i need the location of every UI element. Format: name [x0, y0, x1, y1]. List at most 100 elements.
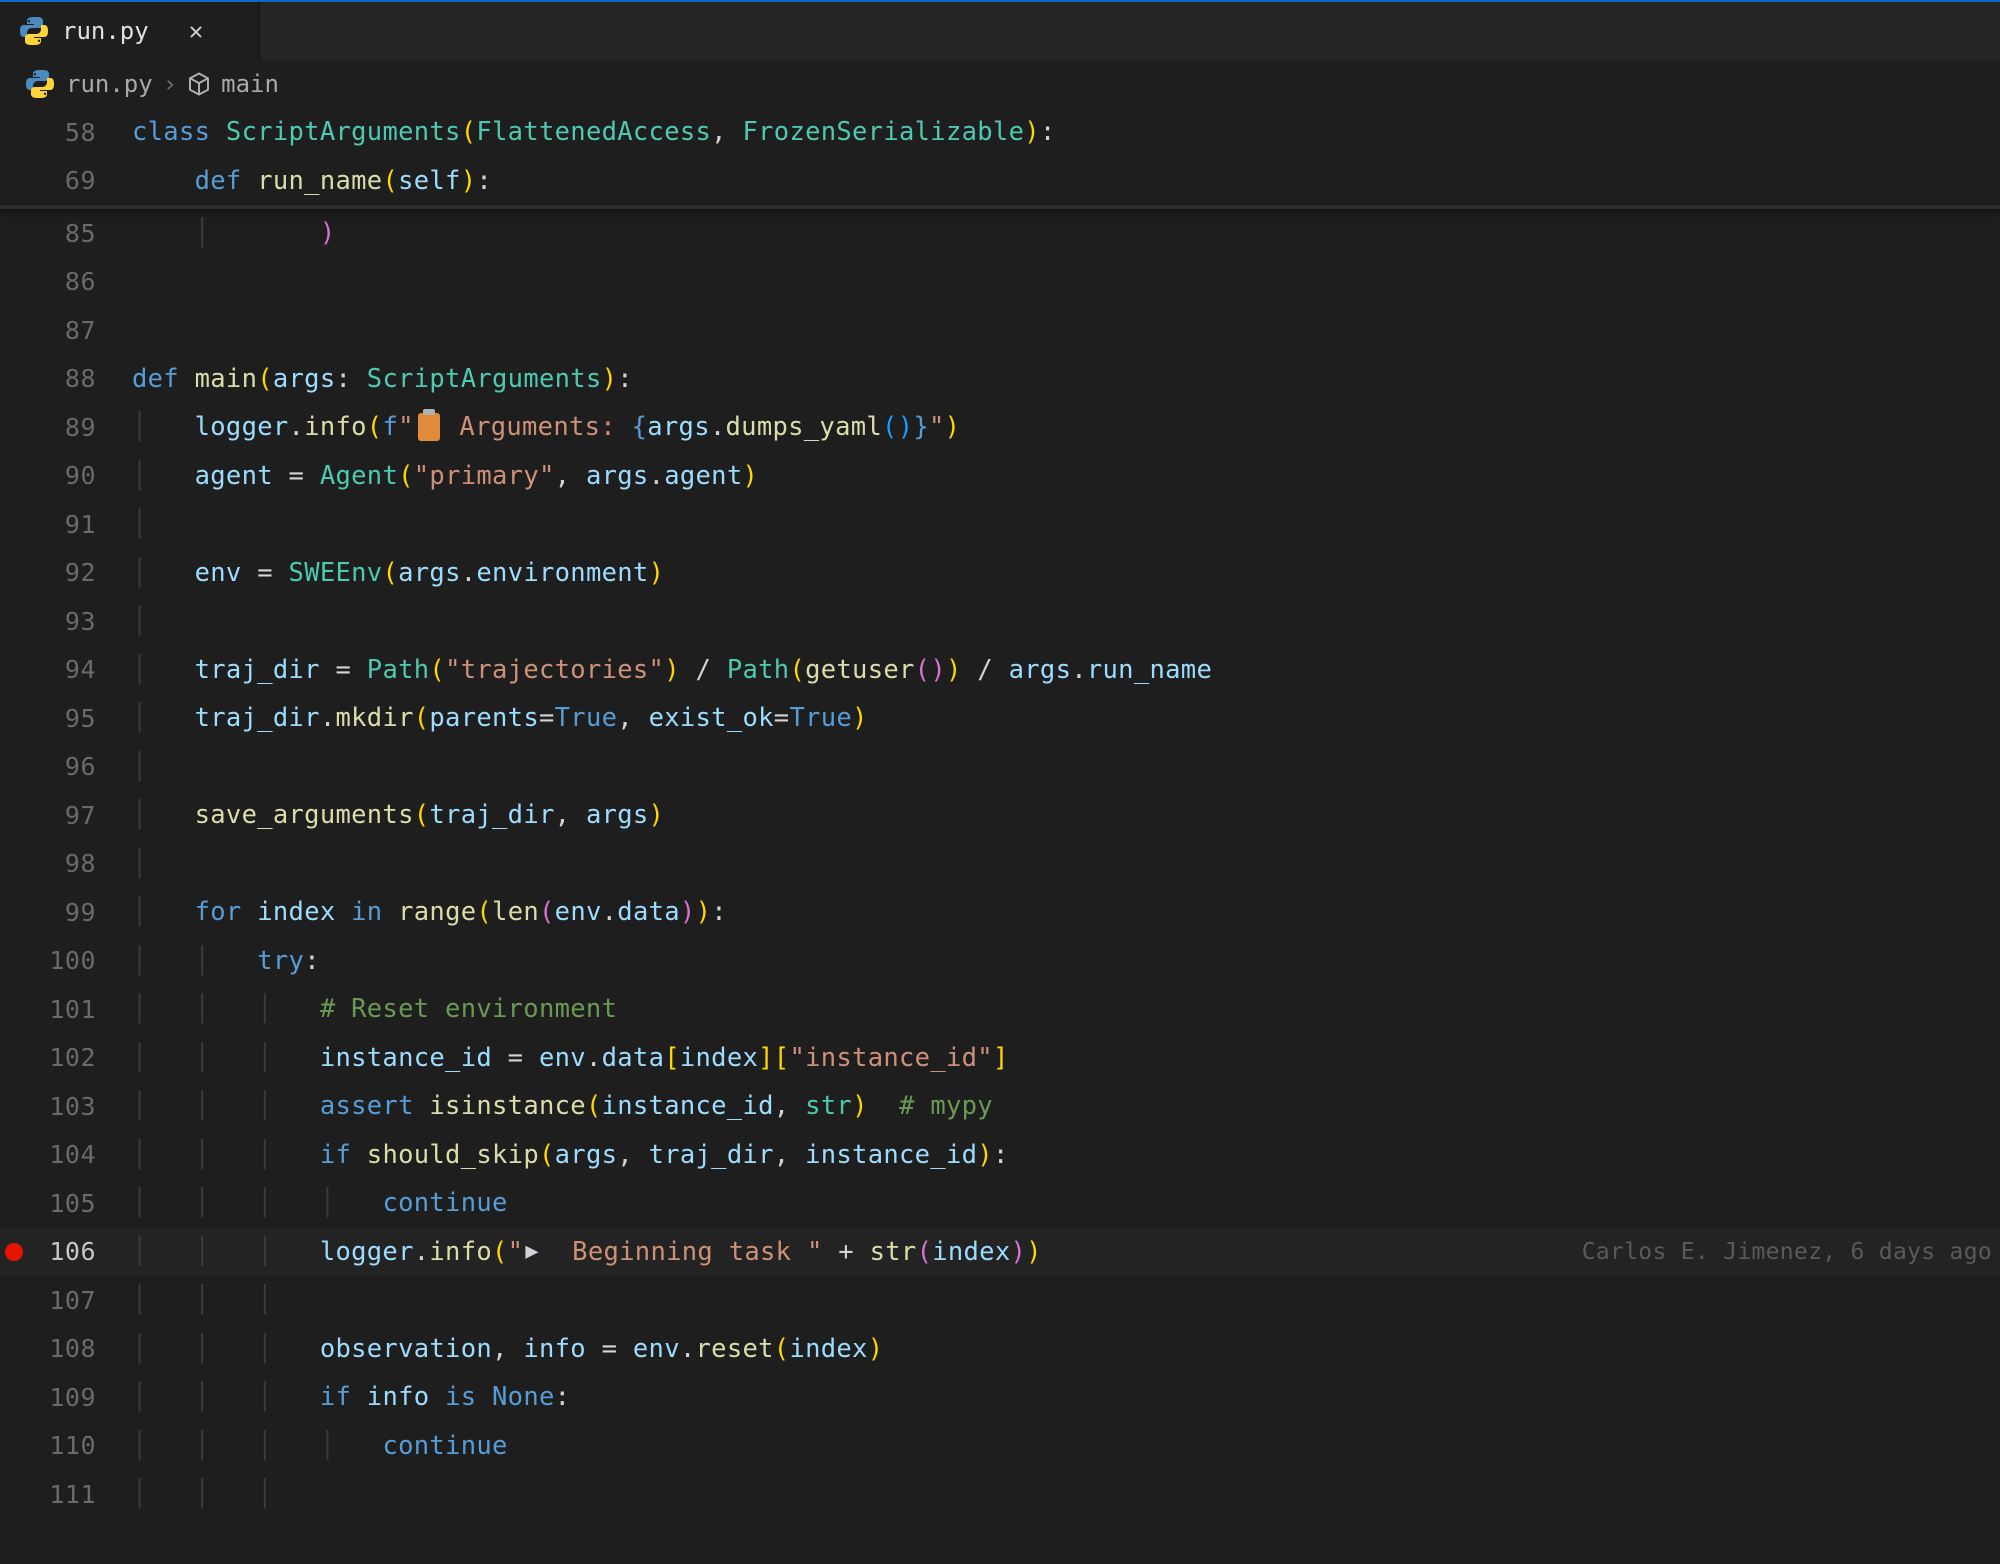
code-line[interactable]: 87 — [0, 306, 2000, 355]
line-number[interactable]: 97 — [28, 801, 126, 830]
token: . — [320, 703, 336, 733]
code-line[interactable]: 104│ │ │ if should_skip(args, traj_dir, … — [0, 1131, 2000, 1180]
line-number[interactable]: 109 — [28, 1383, 126, 1412]
code-content[interactable]: │ logger.info(f" Arguments: {args.dumps_… — [126, 412, 2000, 442]
code-line[interactable]: 102│ │ │ instance_id = env.data[index]["… — [0, 1034, 2000, 1083]
code-line[interactable]: 101│ │ │ # Reset environment — [0, 985, 2000, 1034]
token: [ — [664, 1043, 680, 1073]
code-line[interactable]: 110│ │ │ │ continue — [0, 1422, 2000, 1471]
code-line[interactable]: 105│ │ │ │ continue — [0, 1179, 2000, 1228]
code-content[interactable]: │ │ │ instance_id = env.data[index]["ins… — [126, 1043, 2000, 1073]
breakpoint-gutter[interactable] — [0, 1243, 28, 1261]
line-number[interactable]: 105 — [28, 1189, 126, 1218]
code-content[interactable]: def run_name(self): — [126, 166, 2000, 196]
code-line[interactable]: 98│ — [0, 840, 2000, 889]
code-content[interactable]: │ agent = Agent("primary", args.agent) — [126, 461, 2000, 491]
breadcrumb-symbol[interactable]: main — [221, 70, 279, 98]
code-line[interactable]: 88def main(args: ScriptArguments): — [0, 355, 2000, 404]
code-content[interactable]: │ │ │ — [126, 1479, 2000, 1509]
line-number[interactable]: 98 — [28, 849, 126, 878]
code-line[interactable]: 103│ │ │ assert isinstance(instance_id, … — [0, 1082, 2000, 1131]
code-line[interactable]: 107│ │ │ — [0, 1276, 2000, 1325]
code-line[interactable]: 94│ traj_dir = Path("trajectories") / Pa… — [0, 646, 2000, 695]
code-line[interactable]: 95│ traj_dir.mkdir(parents=True, exist_o… — [0, 694, 2000, 743]
token — [336, 897, 352, 927]
code-line[interactable]: 91│ — [0, 500, 2000, 549]
tab-run-py[interactable]: run.py ✕ — [0, 2, 260, 60]
code-content[interactable]: │ ) — [126, 218, 2000, 248]
line-number[interactable]: 102 — [28, 1043, 126, 1072]
breakpoint-icon[interactable] — [5, 1243, 23, 1261]
code-line[interactable]: 108│ │ │ observation, info = env.reset(i… — [0, 1325, 2000, 1374]
code-line[interactable]: 92│ env = SWEEnv(args.environment) — [0, 549, 2000, 598]
code-content[interactable]: def main(args: ScriptArguments): — [126, 364, 2000, 394]
line-number[interactable]: 100 — [28, 946, 126, 975]
code-content[interactable]: │ │ │ — [126, 1285, 2000, 1315]
code-line[interactable]: 86 — [0, 258, 2000, 307]
code-content[interactable]: │ │ │ # Reset environment — [126, 994, 2000, 1024]
code-line[interactable]: 100│ │ try: — [0, 937, 2000, 986]
code-content[interactable]: │ — [126, 752, 2000, 782]
code-content[interactable]: │ │ │ if should_skip(args, traj_dir, ins… — [126, 1140, 2000, 1170]
line-number[interactable]: 110 — [28, 1431, 126, 1460]
code-content[interactable]: │ save_arguments(traj_dir, args) — [126, 800, 2000, 830]
code-line[interactable]: 96│ — [0, 743, 2000, 792]
token: continue — [382, 1431, 507, 1461]
line-number[interactable]: 93 — [28, 607, 126, 636]
line-number[interactable]: 94 — [28, 655, 126, 684]
code-content[interactable]: class ScriptArguments(FlattenedAccess, F… — [126, 117, 2000, 147]
code-line[interactable]: 99│ for index in range(len(env.data)): — [0, 888, 2000, 937]
token: ( — [382, 558, 398, 588]
code-content[interactable]: │ │ │ if info is None: — [126, 1382, 2000, 1412]
code-content[interactable]: │ │ │ │ continue — [126, 1188, 2000, 1218]
line-number[interactable]: 103 — [28, 1092, 126, 1121]
token: " — [508, 1237, 524, 1267]
code-content[interactable]: │ traj_dir.mkdir(parents=True, exist_ok=… — [126, 703, 2000, 733]
code-content[interactable]: │ — [126, 606, 2000, 636]
token: ) — [696, 897, 712, 927]
line-number[interactable]: 58 — [28, 118, 126, 147]
line-number[interactable]: 91 — [28, 510, 126, 539]
line-number[interactable]: 95 — [28, 704, 126, 733]
line-number[interactable]: 90 — [28, 461, 126, 490]
code-content[interactable]: │ │ try: — [126, 946, 2000, 976]
code-content[interactable]: │ │ │ │ continue — [126, 1431, 2000, 1461]
code-content[interactable]: │ │ │ observation, info = env.reset(inde… — [126, 1334, 2000, 1364]
line-number[interactable]: 96 — [28, 752, 126, 781]
code-line[interactable]: 85 │ ) — [0, 209, 2000, 258]
line-number[interactable]: 108 — [28, 1334, 126, 1363]
breadcrumb-file[interactable]: run.py — [66, 70, 153, 98]
code-content[interactable]: │ — [126, 849, 2000, 879]
line-number[interactable]: 86 — [28, 267, 126, 296]
close-icon[interactable]: ✕ — [183, 15, 209, 47]
code-line[interactable]: 58class ScriptArguments(FlattenedAccess,… — [0, 108, 2000, 157]
code-line[interactable]: 89│ logger.info(f" Arguments: {args.dump… — [0, 403, 2000, 452]
code-content[interactable]: │ traj_dir = Path("trajectories") / Path… — [126, 655, 2000, 685]
line-number[interactable]: 101 — [28, 995, 126, 1024]
code-content[interactable]: │ for index in range(len(env.data)): — [126, 897, 2000, 927]
code-content[interactable]: │ env = SWEEnv(args.environment) — [126, 558, 2000, 588]
code-line[interactable]: 90│ agent = Agent("primary", args.agent) — [0, 452, 2000, 501]
code-line[interactable]: 111│ │ │ — [0, 1470, 2000, 1519]
line-number[interactable]: 92 — [28, 558, 126, 587]
line-number[interactable]: 89 — [28, 413, 126, 442]
line-number[interactable]: 87 — [28, 316, 126, 345]
editor[interactable]: 58class ScriptArguments(FlattenedAccess,… — [0, 108, 2000, 1519]
line-number[interactable]: 85 — [28, 219, 126, 248]
code-content[interactable]: │ — [126, 509, 2000, 539]
code-line[interactable]: 69 def run_name(self): — [0, 157, 2000, 206]
line-number[interactable]: 106 — [28, 1237, 126, 1266]
code-line[interactable]: 106│ │ │ logger.info("▶ Beginning task "… — [0, 1228, 2000, 1277]
code-line[interactable]: 93│ — [0, 597, 2000, 646]
code-line[interactable]: 97│ save_arguments(traj_dir, args) — [0, 791, 2000, 840]
line-number[interactable]: 104 — [28, 1140, 126, 1169]
line-number[interactable]: 107 — [28, 1286, 126, 1315]
code-line[interactable]: 109│ │ │ if info is None: — [0, 1373, 2000, 1422]
code-content[interactable]: │ │ │ logger.info("▶ Beginning task " + … — [126, 1237, 2000, 1267]
line-number[interactable]: 69 — [28, 166, 126, 195]
line-number[interactable]: 88 — [28, 364, 126, 393]
line-number[interactable]: 99 — [28, 898, 126, 927]
token: traj_dir — [649, 1140, 774, 1170]
code-content[interactable]: │ │ │ assert isinstance(instance_id, str… — [126, 1091, 2000, 1121]
line-number[interactable]: 111 — [28, 1480, 126, 1509]
